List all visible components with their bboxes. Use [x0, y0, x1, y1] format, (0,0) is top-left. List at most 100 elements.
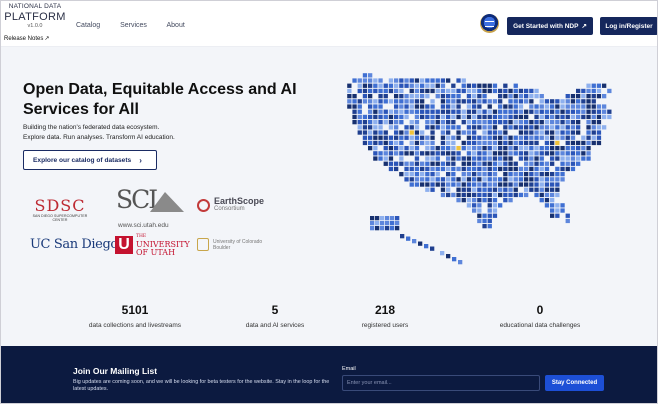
map-tile [524, 166, 529, 172]
map-tile [409, 166, 414, 172]
map-tile [492, 161, 498, 166]
map-tile [534, 120, 539, 125]
map-tile [461, 114, 466, 120]
map-tile [373, 104, 378, 109]
map-tile [498, 203, 503, 208]
map-tile [503, 187, 508, 192]
map-tile [539, 187, 544, 192]
map-tile [472, 130, 477, 135]
map-tile [487, 218, 492, 224]
map-tile [404, 114, 409, 120]
get-started-button[interactable]: Get Started with NDP ↗ [507, 17, 593, 35]
map-tile [375, 221, 380, 226]
map-tile [498, 130, 503, 135]
map-tile [534, 192, 539, 198]
external-link-icon: ↗ [581, 23, 587, 30]
map-tile [487, 99, 492, 104]
map-tile [375, 216, 380, 221]
map-tile [498, 156, 503, 161]
stay-connected-button[interactable]: Stay Connected [545, 375, 604, 391]
map-tile [565, 161, 570, 166]
map-tile [399, 78, 404, 83]
map-tile [440, 135, 446, 140]
map-tile [425, 177, 430, 182]
map-tile [420, 166, 425, 172]
map-tile [425, 78, 430, 83]
nav-services[interactable]: Services [120, 22, 147, 29]
map-tile [451, 104, 456, 109]
map-tile [503, 161, 508, 166]
map-tile [466, 203, 472, 208]
map-tile [373, 135, 378, 140]
ndp-logo[interactable]: NATIONAL DATA PLATFORM v1.0.0 [4, 3, 66, 29]
stat-label: registered users [361, 322, 409, 329]
map-tile [399, 109, 404, 114]
map-tile [380, 221, 385, 226]
map-tile [352, 109, 357, 114]
map-tile [472, 198, 477, 203]
map-tile [529, 156, 534, 161]
map-tile [352, 78, 357, 83]
map-tile [472, 161, 477, 166]
map-tile [529, 182, 534, 187]
map-tile [404, 146, 409, 151]
map-tile [555, 213, 560, 218]
map-tile [362, 130, 368, 135]
map-tile [524, 151, 529, 156]
nav-catalog[interactable]: Catalog [76, 22, 100, 29]
stat-number: 5101 [121, 303, 149, 317]
map-tile [539, 151, 544, 156]
map-tile [586, 94, 591, 99]
map-tile [518, 151, 524, 156]
map-tile [466, 94, 472, 99]
nsf-seal-icon[interactable] [480, 14, 499, 33]
map-tile [399, 172, 404, 177]
map-tile [503, 177, 508, 182]
map-tile [555, 146, 560, 151]
map-tile [409, 177, 414, 182]
map-tile [570, 114, 576, 120]
login-register-button[interactable]: Log in/Register [600, 17, 658, 35]
map-tile [461, 78, 466, 83]
map-tile [446, 172, 451, 177]
map-tile [461, 83, 466, 88]
nav-about[interactable]: About [167, 22, 185, 29]
map-tile [357, 78, 362, 83]
map-tile [456, 104, 461, 109]
map-tile [440, 177, 446, 182]
map-tile [414, 130, 420, 135]
map-tile [518, 120, 524, 125]
release-notes-link[interactable]: Release Notes↗ [4, 35, 49, 42]
map-tile [357, 130, 362, 135]
map-tile [487, 125, 492, 130]
map-tile [477, 135, 482, 140]
map-tile [492, 208, 498, 213]
explore-catalog-button[interactable]: Explore our catalog of datasets › [23, 150, 157, 170]
map-tile [570, 140, 576, 146]
map-tile [446, 125, 451, 130]
map-tile [513, 135, 518, 140]
map-tile [518, 104, 524, 109]
map-tile [425, 140, 430, 146]
map-tile [477, 192, 482, 198]
map-tile [404, 83, 409, 88]
map-tile [586, 88, 591, 94]
map-tile [430, 246, 435, 251]
map-tile [420, 151, 425, 156]
map-tile [492, 156, 498, 161]
map-tile [586, 99, 591, 104]
map-tile [466, 135, 472, 140]
map-tile [534, 161, 539, 166]
map-tile [477, 140, 482, 146]
map-tile [378, 104, 383, 109]
map-tile [466, 88, 472, 94]
map-tile [456, 94, 461, 99]
map-tile [458, 260, 463, 265]
email-input[interactable] [342, 375, 540, 391]
map-tile [430, 187, 435, 192]
map-tile [565, 114, 570, 120]
map-tile [399, 83, 404, 88]
map-tile [513, 88, 518, 94]
site-header: NATIONAL DATA PLATFORM v1.0.0 Release No… [0, 0, 658, 47]
map-tile [586, 146, 591, 151]
